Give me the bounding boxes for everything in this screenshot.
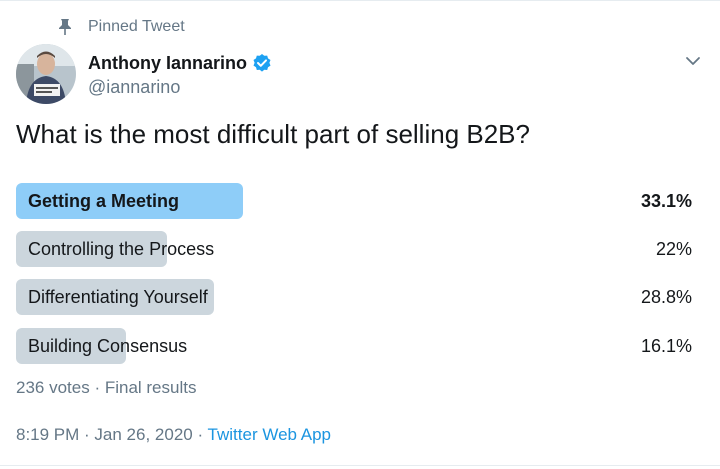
poll-option: Controlling the Process 22%	[16, 231, 692, 267]
verified-badge-icon	[253, 54, 271, 72]
author-name[interactable]: Anthony Iannarino	[88, 52, 247, 74]
poll-option-label: Differentiating Yourself	[28, 287, 208, 307]
poll-option: Getting a Meeting 33.1%	[16, 183, 692, 219]
chevron-down-icon[interactable]	[684, 54, 702, 68]
poll-option-percent: 22%	[655, 239, 692, 259]
poll-option-label: Getting a Meeting	[28, 191, 180, 211]
meta-separator: ·	[79, 425, 95, 444]
tweet-text: What is the most difficult part of selli…	[16, 119, 530, 149]
poll-option-percent: 28.8%	[640, 287, 692, 307]
tweet-source-link[interactable]: Twitter Web App	[208, 425, 331, 444]
pinned-label: Pinned Tweet	[88, 18, 185, 35]
poll-option: Differentiating Yourself 28.8%	[16, 279, 692, 315]
poll-summary: 236 votes · Final results	[16, 378, 197, 397]
author-handle[interactable]: @iannarino	[88, 76, 180, 98]
top-divider	[0, 0, 720, 1]
poll-option-percent: 16.1%	[640, 336, 692, 356]
poll-option-label: Building Consensus	[28, 336, 188, 356]
avatar[interactable]	[16, 44, 76, 104]
tweet-date[interactable]: Jan 26, 2020	[94, 425, 192, 444]
pin-icon	[59, 19, 71, 35]
tweet-meta: 8:19 PM · Jan 26, 2020 · Twitter Web App	[16, 424, 331, 446]
meta-separator: ·	[192, 425, 208, 444]
tweet-time[interactable]: 8:19 PM	[16, 425, 79, 444]
author-name-row[interactable]: Anthony Iannarino	[88, 52, 272, 74]
poll-option-percent: 33.1%	[640, 191, 692, 211]
poll-option-label: Controlling the Process	[28, 239, 215, 259]
poll-option: Building Consensus 16.1%	[16, 328, 692, 364]
bottom-divider	[0, 465, 720, 466]
